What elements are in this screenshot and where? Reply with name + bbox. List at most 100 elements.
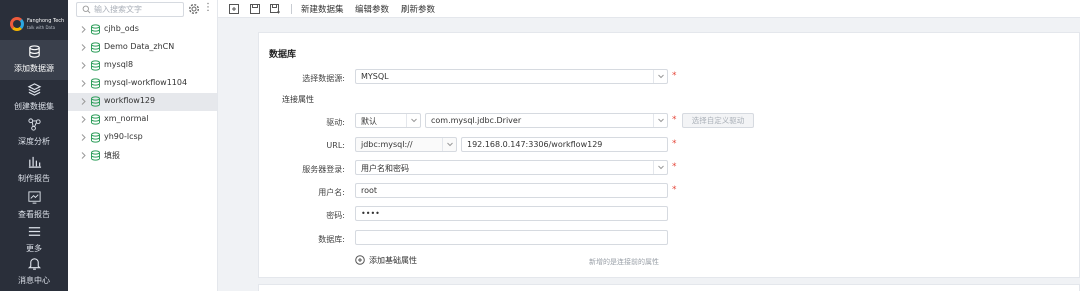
- left-nav: Fanghong Tech talk with Data 添加数据源 创建数据集…: [0, 0, 68, 291]
- database-icon: [91, 114, 100, 125]
- edit-params-button[interactable]: 编辑参数: [355, 3, 389, 15]
- required-mark: *: [672, 71, 677, 81]
- nav-label: 添加数据源: [14, 64, 54, 73]
- tree-search: [76, 2, 184, 17]
- password-input[interactable]: ••••: [355, 206, 668, 221]
- password-value: ••••: [361, 209, 380, 218]
- database-icon: [91, 60, 100, 71]
- tree-item[interactable]: 填报: [68, 147, 217, 165]
- tree-item[interactable]: yh90-lcsp: [68, 129, 217, 147]
- tree-item-label: xm_normal: [104, 114, 149, 123]
- url-prefix-select[interactable]: jdbc:mysql://: [355, 137, 457, 152]
- nav-label: 查看报告: [18, 210, 50, 219]
- database-icon: [0, 44, 68, 61]
- save-icon[interactable]: [249, 3, 261, 15]
- save-as-icon[interactable]: [269, 3, 281, 15]
- refresh-params-button[interactable]: 刷新参数: [401, 3, 435, 15]
- report-icon: [0, 154, 68, 171]
- chevron-down-icon[interactable]: [442, 138, 456, 151]
- driver-label: 驱动:: [326, 118, 345, 127]
- more-options-icon[interactable]: ⋮: [203, 2, 213, 13]
- chevron-down-icon[interactable]: [406, 114, 420, 127]
- database-icon: [91, 24, 100, 35]
- required-mark: *: [672, 139, 677, 149]
- tree-item-label: 填报: [104, 151, 120, 160]
- add-basic-attribute-label: 添加基础属性: [369, 256, 417, 265]
- tree-item[interactable]: mysql8: [68, 57, 217, 75]
- chevron-right-icon[interactable]: [80, 133, 87, 142]
- chart-monitor-icon: [0, 190, 68, 207]
- gear-icon[interactable]: [188, 3, 200, 15]
- required-mark: *: [672, 185, 677, 195]
- chevron-right-icon[interactable]: [80, 43, 87, 52]
- select-custom-driver-button[interactable]: 选择自定义驱动: [682, 113, 754, 128]
- section-connection-properties: 连接属性: [282, 95, 314, 104]
- tree-item-selected[interactable]: workflow129: [68, 93, 217, 111]
- datasource-label: 选择数据源:: [302, 74, 345, 83]
- nav-item-message-center[interactable]: 消息中心: [0, 252, 68, 291]
- datasource-select[interactable]: MYSQL: [355, 69, 668, 84]
- form-title: 数据库: [269, 50, 297, 60]
- driver-mode-select[interactable]: 默认: [355, 113, 421, 128]
- network-icon: [0, 117, 68, 134]
- url-label: URL:: [326, 141, 345, 150]
- tree-item[interactable]: mysql-workflow1104: [68, 75, 217, 93]
- tree-item-label: mysql8: [104, 60, 134, 69]
- new-dataset-button[interactable]: 新建数据集: [301, 3, 344, 15]
- url-input[interactable]: 192.168.0.147:3306/workflow129: [461, 137, 668, 152]
- datasource-value: MYSQL: [361, 72, 389, 81]
- server-login-select[interactable]: 用户名和密码: [355, 160, 668, 175]
- tree-search-input[interactable]: [94, 4, 182, 15]
- nav-label: 消息中心: [18, 276, 50, 285]
- main-area: 新建数据集 编辑参数 刷新参数 数据库 选择数据源: MYSQL * 连接属性 …: [218, 0, 1080, 291]
- chevron-right-icon[interactable]: [80, 151, 87, 160]
- logo-icon: [10, 17, 24, 31]
- chevron-right-icon[interactable]: [80, 97, 87, 106]
- server-login-value: 用户名和密码: [361, 164, 409, 173]
- database-icon: [91, 78, 100, 89]
- layers-icon: [0, 82, 68, 99]
- driver-class-select[interactable]: com.mysql.jdbc.Driver: [425, 113, 668, 128]
- driver-class-value: com.mysql.jdbc.Driver: [431, 116, 522, 125]
- chevron-right-icon[interactable]: [80, 25, 87, 34]
- chevron-right-icon[interactable]: [80, 115, 87, 124]
- datasource-tree-panel: ⋮ cjhb_ods Demo Data_zhCN mysql8 mysql-w…: [68, 0, 218, 291]
- nav-label: 深度分析: [18, 137, 50, 146]
- tree-item[interactable]: Demo Data_zhCN: [68, 39, 217, 57]
- nav-item-create-dataset[interactable]: 创建数据集: [0, 78, 68, 118]
- url-prefix-value: jdbc:mysql://: [361, 140, 413, 149]
- chevron-down-icon[interactable]: [653, 70, 667, 83]
- menu-icon: [0, 224, 68, 241]
- database-icon: [91, 42, 100, 53]
- nav-item-make-report[interactable]: 制作报告: [0, 150, 68, 190]
- export-icon[interactable]: [228, 3, 240, 15]
- chevron-down-icon[interactable]: [653, 161, 667, 174]
- chevron-right-icon[interactable]: [80, 61, 87, 70]
- username-label: 用户名:: [318, 188, 345, 197]
- tree-item[interactable]: xm_normal: [68, 111, 217, 129]
- logo: Fanghong Tech talk with Data: [4, 12, 64, 38]
- tree-item-label: workflow129: [104, 96, 156, 105]
- tree-item[interactable]: cjhb_ods: [68, 21, 217, 39]
- nav-label: 创建数据集: [14, 102, 54, 111]
- database-input[interactable]: [355, 230, 668, 245]
- attribute-hint: 新增的是连接前的属性: [589, 258, 659, 266]
- database-label: 数据库:: [318, 235, 345, 244]
- connection-form-card: 数据库 选择数据源: MYSQL * 连接属性 驱动: 默认 com.mysql…: [258, 32, 1080, 278]
- database-icon: [91, 132, 100, 143]
- toolbar-divider: [291, 4, 292, 14]
- logo-name: Fanghong Tech: [27, 18, 65, 24]
- bell-icon: [0, 256, 68, 273]
- chevron-right-icon[interactable]: [80, 79, 87, 88]
- driver-mode-value: 默认: [361, 117, 377, 126]
- nav-item-add-datasource[interactable]: 添加数据源: [0, 40, 68, 80]
- chevron-down-icon[interactable]: [653, 114, 667, 127]
- nav-item-deep-analysis[interactable]: 深度分析: [0, 113, 68, 153]
- tree-item-label: cjhb_ods: [104, 24, 139, 33]
- logo-tagline: talk with Data: [27, 25, 56, 30]
- database-icon: [91, 96, 100, 107]
- tree-item-label: yh90-lcsp: [104, 132, 143, 141]
- url-value: 192.168.0.147:3306/workflow129: [467, 140, 603, 149]
- database-icon: [91, 150, 100, 161]
- username-input[interactable]: root: [355, 183, 668, 198]
